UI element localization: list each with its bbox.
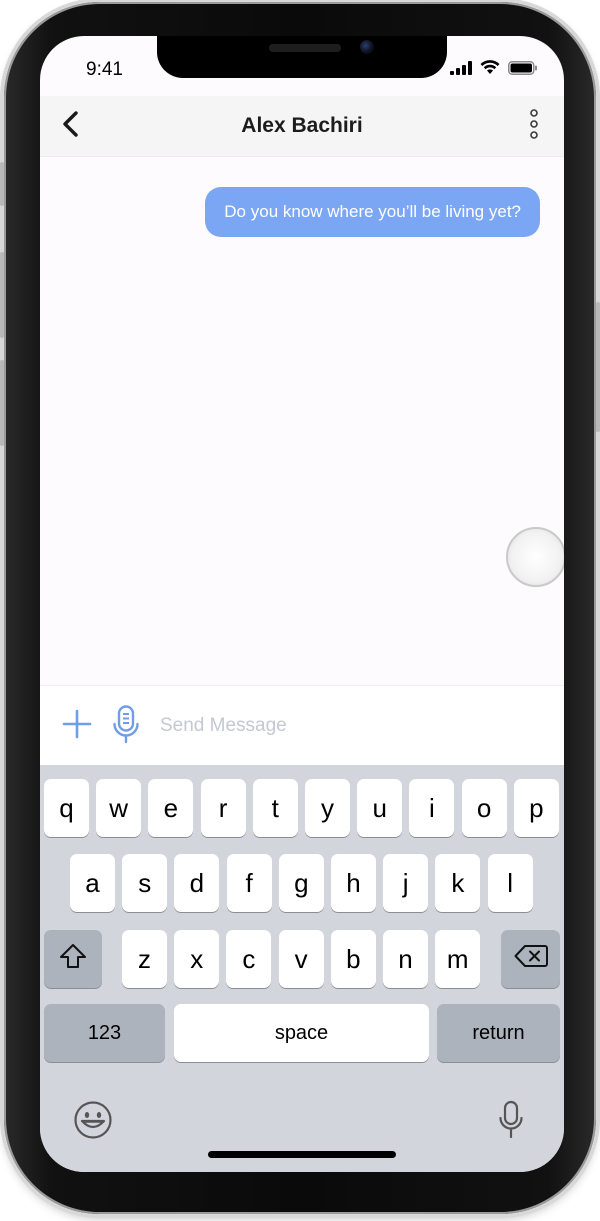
home-indicator[interactable]: [208, 1151, 396, 1158]
letter-key[interactable]: k: [435, 854, 481, 912]
letter-key[interactable]: b: [330, 930, 376, 988]
letter-key[interactable]: z: [122, 930, 167, 988]
space-key[interactable]: space: [174, 1004, 429, 1062]
letter-key[interactable]: h: [331, 854, 376, 912]
letter-key[interactable]: d: [174, 854, 220, 912]
wifi-icon: [480, 60, 500, 80]
shift-key[interactable]: [44, 930, 102, 988]
power-button: [596, 302, 600, 432]
letter-key[interactable]: a: [70, 854, 115, 912]
letter-key[interactable]: w: [96, 779, 142, 837]
letter-key[interactable]: f: [226, 854, 272, 912]
dictation-button[interactable]: [498, 1100, 524, 1140]
conversation-header: Alex Bachiri: [40, 96, 564, 157]
emoji-icon: [73, 1101, 113, 1144]
letter-key[interactable]: r: [200, 779, 246, 837]
keyboard: qwertyuiop asdfghjkl zxcvbnm 123 space r…: [40, 765, 564, 1172]
status-icons: [450, 60, 538, 80]
front-camera: [360, 40, 374, 54]
letter-key[interactable]: s: [122, 854, 168, 912]
shift-icon: [58, 942, 88, 977]
assistive-touch-button[interactable]: [506, 527, 564, 587]
status-time: 9:41: [86, 59, 123, 80]
message-input[interactable]: [158, 708, 542, 744]
return-key[interactable]: return: [437, 1004, 560, 1062]
backspace-icon: [514, 944, 548, 975]
delete-key[interactable]: [501, 930, 560, 988]
cellular-signal-icon: [450, 60, 472, 80]
letter-key[interactable]: u: [357, 779, 403, 837]
outgoing-message-bubble[interactable]: Do you know where you’ll be living yet?: [205, 187, 540, 237]
notch: [157, 36, 447, 78]
battery-icon: [508, 60, 538, 80]
letter-key[interactable]: t: [252, 779, 298, 837]
message-composer: [40, 685, 564, 766]
numbers-key[interactable]: 123: [44, 1004, 165, 1062]
plus-icon: [62, 709, 92, 743]
volume-up-button: [0, 252, 4, 338]
letter-key[interactable]: g: [278, 854, 324, 912]
silent-switch: [0, 162, 4, 206]
letter-key[interactable]: j: [383, 854, 429, 912]
earpiece-speaker: [269, 44, 341, 52]
letter-key[interactable]: l: [487, 854, 533, 912]
assistive-touch-ring: [506, 527, 564, 587]
add-attachment-button[interactable]: [62, 709, 92, 739]
microphone-icon: [498, 1100, 524, 1144]
voice-message-button[interactable]: [111, 705, 141, 745]
letter-key[interactable]: e: [148, 779, 194, 837]
letter-key[interactable]: q: [44, 779, 89, 837]
letter-key[interactable]: x: [174, 930, 220, 988]
letter-key[interactable]: c: [226, 930, 272, 988]
message-thread[interactable]: Do you know where you’ll be living yet?: [40, 157, 564, 685]
letter-key[interactable]: p: [513, 779, 559, 837]
letter-key[interactable]: o: [461, 779, 507, 837]
letter-key[interactable]: y: [305, 779, 350, 837]
letter-key[interactable]: i: [409, 779, 455, 837]
emoji-button[interactable]: [73, 1100, 113, 1140]
letter-key[interactable]: n: [383, 930, 428, 988]
more-options-button[interactable]: [528, 106, 540, 142]
vertical-ellipsis-icon: [528, 109, 540, 146]
letter-key[interactable]: v: [278, 930, 324, 988]
microphone-icon: [111, 705, 141, 749]
phone-screen: 9:41 Alex Bachiri Do you know where you’…: [40, 36, 564, 1172]
volume-down-button: [0, 360, 4, 446]
letter-key[interactable]: m: [435, 930, 481, 988]
conversation-title: Alex Bachiri: [241, 114, 363, 137]
